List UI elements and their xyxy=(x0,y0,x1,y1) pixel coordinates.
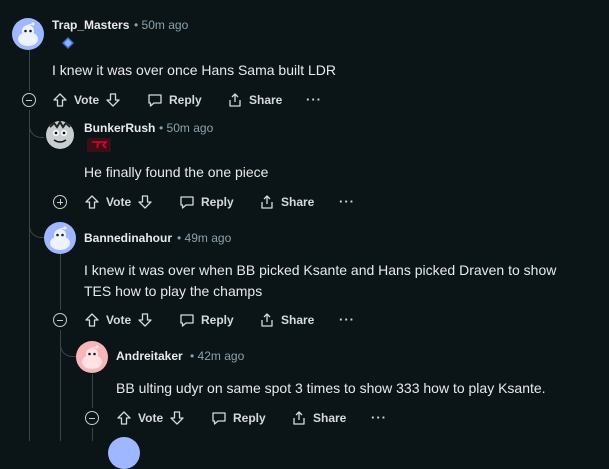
team-flair-icon xyxy=(87,138,111,152)
share-button[interactable]: Share xyxy=(291,410,346,426)
upvote-icon[interactable] xyxy=(116,410,132,426)
thread-line-root xyxy=(29,110,30,441)
avatar[interactable] xyxy=(108,437,140,469)
share-icon xyxy=(227,92,243,108)
collapse-thread-button[interactable] xyxy=(53,313,67,327)
comment-body: I knew it was over once Hans Sama built … xyxy=(52,62,337,78)
comment-icon xyxy=(211,410,227,426)
avatar[interactable] xyxy=(12,18,44,50)
collapse-thread-button[interactable] xyxy=(22,93,36,107)
thread-line-reply xyxy=(92,374,93,408)
thread-line-root xyxy=(29,50,30,91)
timestamp: • 49m ago xyxy=(177,231,232,245)
username[interactable]: Bannedinahour xyxy=(84,231,172,245)
share-label: Share xyxy=(313,411,347,425)
vote-control: Vote xyxy=(52,92,121,108)
downvote-icon[interactable] xyxy=(169,410,185,426)
avatar[interactable] xyxy=(44,119,76,151)
timestamp: • 42m ago xyxy=(190,349,245,363)
timestamp-value: 50m ago xyxy=(141,18,189,32)
reply-button[interactable]: Reply xyxy=(179,194,234,210)
avatar[interactable] xyxy=(44,222,76,254)
vote-label: Vote xyxy=(106,195,132,209)
more-options-icon[interactable]: ··· xyxy=(371,410,387,425)
avatar[interactable] xyxy=(76,341,108,373)
share-button[interactable]: Share xyxy=(227,92,282,108)
vote-label: Vote xyxy=(138,411,164,425)
share-button[interactable]: Share xyxy=(259,312,314,328)
reply-label: Reply xyxy=(201,195,234,209)
more-options-icon[interactable]: ··· xyxy=(339,194,355,209)
timestamp: • 50m ago xyxy=(134,18,189,32)
vote-control: Vote xyxy=(116,410,185,426)
downvote-icon[interactable] xyxy=(137,194,153,210)
comment-body: BB ulting udyr on same spot 3 times to s… xyxy=(116,380,546,396)
reply-button[interactable]: Reply xyxy=(179,312,234,328)
vote-control: Vote xyxy=(84,312,153,328)
flair-icon xyxy=(59,37,77,49)
upvote-icon[interactable] xyxy=(84,194,100,210)
share-button[interactable]: Share xyxy=(259,194,314,210)
username[interactable]: Andreitaker xyxy=(116,349,183,363)
reply-label: Reply xyxy=(201,313,234,327)
share-label: Share xyxy=(249,93,283,107)
expand-thread-button[interactable] xyxy=(53,195,67,209)
comment-body: He finally found the one piece xyxy=(84,164,269,180)
reply-label: Reply xyxy=(169,93,202,107)
username[interactable]: BunkerRush xyxy=(84,121,155,135)
more-options-icon[interactable]: ··· xyxy=(306,92,322,107)
thread-elbow xyxy=(60,340,77,357)
timestamp-value: 49m ago xyxy=(184,231,232,245)
reply-label: Reply xyxy=(233,411,266,425)
upvote-icon[interactable] xyxy=(52,92,68,108)
share-label: Share xyxy=(281,313,315,327)
share-icon xyxy=(259,312,275,328)
downvote-icon[interactable] xyxy=(105,92,121,108)
share-label: Share xyxy=(281,195,315,209)
thread-line-reply xyxy=(60,254,61,310)
collapse-thread-button[interactable] xyxy=(85,411,99,425)
comment-icon xyxy=(147,92,163,108)
reply-button[interactable]: Reply xyxy=(147,92,202,108)
timestamp-value: 50m ago xyxy=(166,121,214,135)
comment-icon xyxy=(179,312,195,328)
vote-control: Vote xyxy=(84,194,153,210)
vote-label: Vote xyxy=(106,313,132,327)
thread-line-reply xyxy=(92,428,93,441)
more-options-icon[interactable]: ··· xyxy=(339,312,355,327)
downvote-icon[interactable] xyxy=(137,312,153,328)
timestamp-value: 42m ago xyxy=(197,349,245,363)
timestamp: • 50m ago xyxy=(159,121,214,135)
vote-label: Vote xyxy=(74,93,100,107)
comment-icon xyxy=(179,194,195,210)
comment-body: I knew it was over when BB picked Ksante… xyxy=(84,262,557,299)
username[interactable]: Trap_Masters xyxy=(52,18,129,32)
share-icon xyxy=(259,194,275,210)
upvote-icon[interactable] xyxy=(84,312,100,328)
share-icon xyxy=(291,410,307,426)
reply-button[interactable]: Reply xyxy=(211,410,266,426)
